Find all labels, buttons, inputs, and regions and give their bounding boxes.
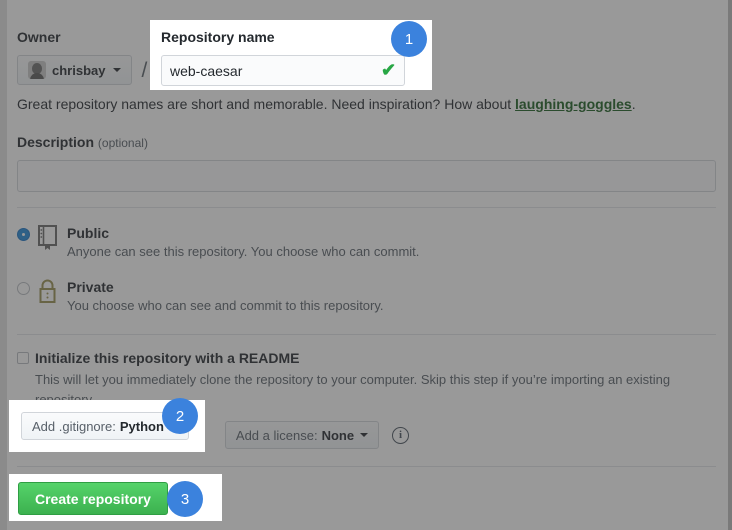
spotlight-repository-name: Repository name ✔ xyxy=(150,20,432,90)
repository-name-label-highlighted: Repository name xyxy=(161,29,275,45)
valid-check-icon: ✔ xyxy=(381,60,397,80)
repository-name-input-highlighted[interactable] xyxy=(161,55,405,86)
info-icon[interactable]: i xyxy=(392,426,410,444)
divider xyxy=(17,207,716,208)
owner-label: Owner xyxy=(17,29,61,45)
divider xyxy=(17,334,716,335)
gitignore-value: Python xyxy=(119,418,164,434)
owner-dropdown[interactable]: chrisbay xyxy=(17,55,133,85)
chevron-down-icon xyxy=(360,433,369,437)
create-repository-button-highlighted[interactable]: Create repository xyxy=(18,482,168,515)
lock-icon xyxy=(37,279,59,305)
avatar xyxy=(28,61,46,79)
right-edge-strip xyxy=(728,0,732,530)
description-input[interactable] xyxy=(17,160,716,192)
description-label: Description (optional) xyxy=(17,134,148,150)
public-title: Public xyxy=(67,225,110,241)
gitignore-prefix: Add .gitignore: xyxy=(32,418,116,434)
owner-row: chrisbay / xyxy=(17,55,156,85)
public-description: Anyone can see this repository. You choo… xyxy=(67,244,420,259)
left-edge-strip xyxy=(0,0,7,530)
license-value: None xyxy=(321,427,355,443)
callout-badge-2: 2 xyxy=(162,398,198,434)
book-icon xyxy=(37,225,59,251)
license-prefix: Add a license: xyxy=(235,427,318,443)
license-dropdown[interactable]: Add a license: None xyxy=(224,421,380,449)
path-separator: / xyxy=(141,58,148,82)
description-optional-text: (optional) xyxy=(97,136,148,150)
private-description: You choose who can see and commit to thi… xyxy=(67,298,384,313)
description-label-text: Description xyxy=(17,134,95,150)
divider xyxy=(17,466,716,467)
chevron-down-icon xyxy=(113,68,122,72)
callout-badge-3: 3 xyxy=(167,481,203,517)
repository-name-hint: Great repository names are short and mem… xyxy=(17,96,636,112)
hint-suffix: . xyxy=(631,96,636,112)
private-radio[interactable] xyxy=(17,282,30,295)
readme-title: Initialize this repository with a README xyxy=(35,350,300,366)
owner-name: chrisbay xyxy=(52,62,106,78)
hint-prefix: Great repository names are short and mem… xyxy=(17,96,516,112)
suggested-name-link[interactable]: laughing-goggles xyxy=(515,96,632,112)
readme-checkbox[interactable] xyxy=(17,352,29,364)
private-title: Private xyxy=(67,279,114,295)
callout-badge-1: 1 xyxy=(391,21,427,57)
public-radio[interactable] xyxy=(17,228,30,241)
